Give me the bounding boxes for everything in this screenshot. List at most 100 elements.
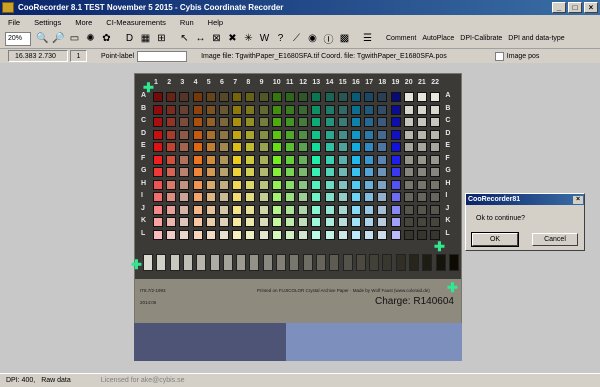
color-patch bbox=[364, 204, 375, 215]
image-window-icon[interactable]: ▭ bbox=[67, 31, 82, 46]
menu-help[interactable]: Help bbox=[208, 18, 223, 27]
cancel-button[interactable]: Cancel bbox=[532, 233, 578, 246]
color-patch bbox=[205, 154, 216, 165]
color-patch bbox=[364, 154, 375, 165]
comment-button[interactable]: Comment bbox=[386, 35, 416, 42]
color-patch bbox=[377, 179, 388, 190]
w-icon[interactable]: W bbox=[257, 31, 272, 46]
color-patch bbox=[179, 142, 190, 152]
calibration-marker[interactable]: ✚ bbox=[447, 281, 458, 294]
column-label: 2 bbox=[167, 79, 172, 86]
color-patch bbox=[324, 117, 335, 127]
row-label: C bbox=[445, 117, 451, 124]
star-icon[interactable]: ✳ bbox=[241, 31, 256, 46]
color-patch bbox=[192, 117, 203, 127]
color-patch bbox=[205, 142, 216, 152]
color-patch bbox=[285, 142, 295, 152]
menu-settings[interactable]: Settings bbox=[34, 18, 61, 27]
color-patch bbox=[232, 179, 243, 190]
menu-ci-measurements[interactable]: CI-Measurements bbox=[106, 18, 166, 27]
menu-more[interactable]: More bbox=[75, 18, 92, 27]
image-bottom-strip bbox=[134, 323, 462, 361]
list-icon[interactable]: ☰ bbox=[360, 31, 375, 46]
minimize-button[interactable]: _ bbox=[552, 2, 566, 13]
color-patch bbox=[271, 117, 282, 127]
color-patch bbox=[219, 129, 229, 140]
color-patch bbox=[192, 192, 203, 202]
pattern-icon[interactable]: ▦ bbox=[138, 31, 153, 46]
color-patch bbox=[258, 179, 269, 190]
ok-button[interactable]: OK bbox=[471, 232, 519, 247]
color-patch bbox=[390, 217, 401, 227]
image-pos-checkbox[interactable] bbox=[494, 51, 504, 61]
color-patch bbox=[417, 117, 427, 127]
color-patch bbox=[417, 104, 427, 115]
color-patch bbox=[324, 217, 335, 227]
menu-file[interactable]: File bbox=[8, 18, 20, 27]
bulb-icon[interactable]: ✺ bbox=[83, 31, 98, 46]
dpi-calibrate-button[interactable]: DPI-Calibrate bbox=[460, 35, 502, 42]
color-patch bbox=[417, 217, 427, 227]
maximize-button[interactable]: □ bbox=[568, 2, 582, 13]
d-tool-icon[interactable]: D bbox=[122, 31, 137, 46]
toolbar-separator bbox=[115, 31, 121, 46]
color-patch bbox=[205, 179, 216, 190]
color-patch bbox=[232, 217, 243, 227]
calibration-marker[interactable]: ✚ bbox=[131, 258, 142, 271]
row-label: E bbox=[141, 142, 146, 149]
scanned-image[interactable]: 1 2 3 4 5 6 7 8 9 10 11 12 13 14 15 16 17 18 19 20 21 22 A A B B C… bbox=[131, 73, 462, 361]
dpi-and-data-type-button[interactable]: DPI and data-type bbox=[508, 35, 564, 42]
question-icon[interactable]: ? bbox=[273, 31, 288, 46]
move-arrows-icon[interactable]: ↔ bbox=[193, 31, 208, 46]
gray-step bbox=[182, 254, 193, 271]
lb-icon[interactable]: Ⓘ bbox=[321, 31, 336, 46]
pointer-icon[interactable]: ↖ bbox=[177, 31, 192, 46]
line-icon[interactable]: ⟋ bbox=[289, 31, 304, 46]
color-patch bbox=[351, 229, 361, 240]
color-patch bbox=[403, 104, 414, 115]
gray-step bbox=[369, 254, 380, 271]
color-patch bbox=[245, 217, 256, 227]
color-patch bbox=[153, 104, 163, 115]
column-label: 15 bbox=[338, 79, 347, 86]
color-gradient-icon[interactable]: ▩ bbox=[337, 31, 352, 46]
color-patch bbox=[351, 104, 361, 115]
calibration-marker[interactable]: ✚ bbox=[434, 240, 445, 253]
color-patch bbox=[364, 167, 375, 177]
color-patch bbox=[417, 167, 427, 177]
gray-step bbox=[262, 254, 273, 271]
color-patch bbox=[403, 179, 414, 190]
row-label: B bbox=[141, 104, 147, 112]
status-license: Licensed for ake@cybis.se bbox=[100, 377, 185, 384]
color-patch bbox=[285, 204, 295, 215]
color-patch bbox=[192, 142, 203, 152]
point-label-input[interactable] bbox=[137, 50, 188, 62]
calibration-marker[interactable]: ✚ bbox=[143, 81, 154, 94]
delete-icon[interactable]: ✖ bbox=[225, 31, 240, 46]
color-patch bbox=[271, 229, 282, 240]
menu-run[interactable]: Run bbox=[180, 18, 194, 27]
cross-box-icon[interactable]: ⊠ bbox=[209, 31, 224, 46]
zoom-out-icon[interactable]: 🔎 bbox=[51, 31, 66, 46]
dialog-title: CooRecorder81 bbox=[468, 196, 521, 203]
color-patch bbox=[403, 92, 414, 102]
zoom-in-icon[interactable]: 🔍 bbox=[35, 31, 50, 46]
gray-step bbox=[355, 254, 366, 271]
dialog-close-button[interactable]: × bbox=[573, 195, 583, 204]
gray-step bbox=[143, 254, 153, 271]
color-patch bbox=[285, 92, 295, 102]
zoom-select[interactable]: 20% bbox=[5, 31, 31, 46]
color-patch bbox=[285, 192, 295, 202]
ring-icon[interactable]: ◉ bbox=[305, 31, 320, 46]
grid-icon[interactable]: ⊞ bbox=[154, 31, 169, 46]
color-patch bbox=[285, 167, 295, 177]
flower-icon[interactable]: ✿ bbox=[99, 31, 114, 46]
color-patch bbox=[153, 167, 163, 177]
autoplace-button[interactable]: AutoPlace bbox=[422, 35, 454, 42]
color-patch bbox=[390, 204, 401, 215]
color-patch bbox=[430, 179, 441, 190]
close-button[interactable]: × bbox=[584, 2, 598, 13]
toolbar: 20% 🔍 🔎 ▭ ✺ ✿ D ▦ ⊞ ↖ ↔ ⊠ ✖ ✳ W? ⟋ ◉ Ⓘ ▩ ☰ Comment AutoPlace… bbox=[0, 29, 600, 49]
color-patch bbox=[390, 179, 401, 190]
color-patch bbox=[179, 229, 190, 240]
